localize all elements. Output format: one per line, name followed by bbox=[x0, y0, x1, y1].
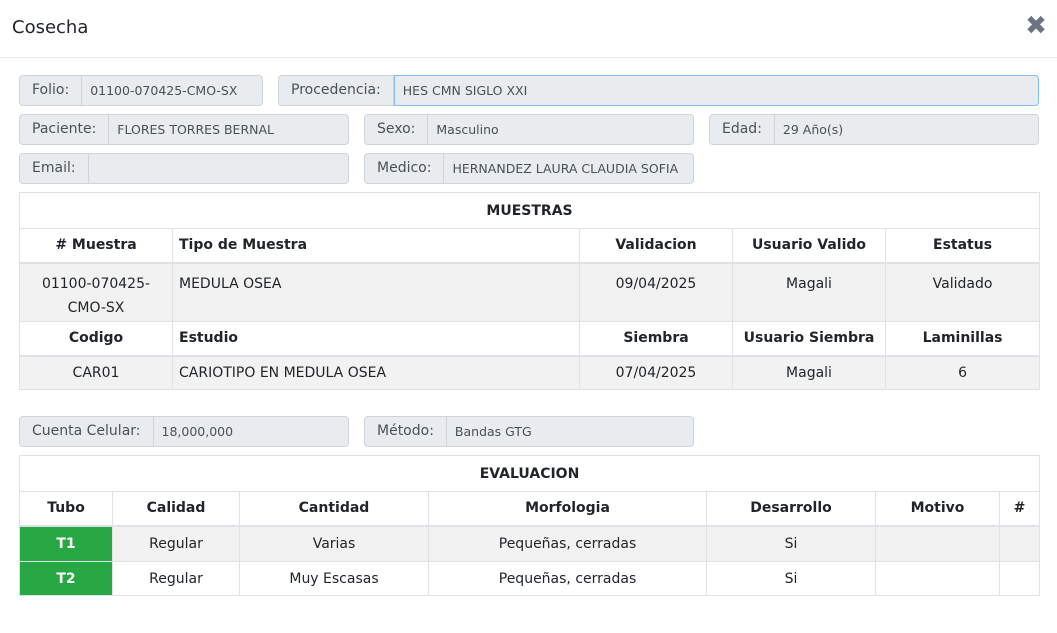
col-header-tipo: Tipo de Muestra bbox=[172, 228, 580, 264]
col-header-validacion: Validacion bbox=[579, 228, 733, 264]
num-cell bbox=[998, 561, 1041, 596]
table-row: 01100-070425- CMO-SX MEDULA OSEA 09/04/2… bbox=[19, 262, 1041, 322]
paciente-field[interactable]: FLORES TORRES BERNAL bbox=[109, 114, 349, 145]
calidad-cell: Regular bbox=[112, 525, 240, 562]
col-header-num: # bbox=[998, 491, 1041, 527]
tubo-cell[interactable]: T2 bbox=[19, 561, 113, 596]
procedencia-field[interactable]: HES CMN SIGLO XXI bbox=[393, 75, 1039, 106]
medico-label: Medico: bbox=[364, 153, 445, 184]
medico-field[interactable]: HERNANDEZ LAURA CLAUDIA SOFIA bbox=[444, 153, 694, 184]
edad-field[interactable]: 29 Año(s) bbox=[774, 114, 1039, 145]
modal-title: Cosecha bbox=[12, 17, 89, 38]
table-row[interactable]: T1 Regular Varias Pequeñas, cerradas Si bbox=[19, 525, 1041, 562]
sample-id-cell: 01100-070425- CMO-SX bbox=[19, 262, 173, 322]
col-header-estatus: Estatus bbox=[884, 228, 1041, 264]
metodo-field[interactable]: Bandas GTG bbox=[446, 416, 694, 447]
cantidad-cell: Muy Escasas bbox=[239, 561, 429, 596]
codigo-cell: CAR01 bbox=[19, 355, 173, 390]
email-group: Email: bbox=[19, 153, 349, 184]
col-header-calidad: Calidad bbox=[112, 491, 240, 527]
modal-header: Cosecha ✖ bbox=[0, 0, 1057, 58]
motivo-cell bbox=[875, 561, 1000, 596]
estatus-cell: Validado bbox=[884, 262, 1041, 322]
usuario-valido-cell: Magali bbox=[732, 262, 886, 322]
col-header-estudio: Estudio bbox=[172, 321, 580, 357]
procedencia-group: Procedencia: HES CMN SIGLO XXI bbox=[278, 75, 1039, 106]
tubo-cell[interactable]: T1 bbox=[19, 525, 113, 562]
col-header-tubo: Tubo bbox=[19, 491, 113, 527]
desarrollo-cell: Si bbox=[706, 525, 876, 562]
usuario-siembra-cell: Magali bbox=[732, 355, 886, 390]
morfologia-cell: Pequeñas, cerradas bbox=[428, 561, 707, 596]
motivo-cell bbox=[875, 525, 1000, 562]
calidad-cell: Regular bbox=[112, 561, 240, 596]
muestras-table: MUESTRAS # Muestra Tipo de Muestra Valid… bbox=[18, 192, 1041, 390]
sample-id-line2: CMO-SX bbox=[67, 299, 125, 316]
sexo-label: Sexo: bbox=[364, 114, 429, 145]
email-field[interactable] bbox=[88, 153, 349, 184]
col-header-cantidad: Cantidad bbox=[239, 491, 429, 527]
folio-field[interactable]: 01100-070425-CMO-SX bbox=[82, 75, 263, 106]
metodo-label: Método: bbox=[364, 416, 447, 447]
col-header-laminillas: Laminillas bbox=[884, 321, 1041, 357]
col-header-desarrollo: Desarrollo bbox=[706, 491, 876, 527]
cuenta-celular-field[interactable]: 18,000,000 bbox=[153, 416, 349, 447]
close-icon[interactable]: ✖ bbox=[1025, 13, 1047, 39]
paciente-label: Paciente: bbox=[19, 114, 110, 145]
col-header-codigo: Codigo bbox=[19, 321, 173, 357]
muestras-title: MUESTRAS bbox=[18, 192, 1041, 229]
sexo-field[interactable]: Masculino bbox=[428, 114, 694, 145]
folio-group: Folio: 01100-070425-CMO-SX bbox=[19, 75, 263, 106]
metodo-group: Método: Bandas GTG bbox=[364, 416, 694, 447]
num-cell bbox=[998, 525, 1041, 562]
evaluacion-title: EVALUACION bbox=[18, 455, 1041, 492]
col-header-usuario-valido: Usuario Valido bbox=[732, 228, 886, 264]
table-row: CAR01 CARIOTIPO EN MEDULA OSEA 07/04/202… bbox=[19, 355, 1041, 390]
col-header-muestra: # Muestra bbox=[19, 228, 173, 264]
morfologia-cell: Pequeñas, cerradas bbox=[428, 525, 707, 562]
paciente-group: Paciente: FLORES TORRES BERNAL bbox=[19, 114, 349, 145]
cuenta-celular-label: Cuenta Celular: bbox=[19, 416, 154, 447]
table-row[interactable]: T2 Regular Muy Escasas Pequeñas, cerrada… bbox=[19, 561, 1041, 596]
cantidad-cell: Varias bbox=[239, 525, 429, 562]
col-header-motivo: Motivo bbox=[875, 491, 1000, 527]
validacion-cell: 09/04/2025 bbox=[579, 262, 733, 322]
folio-label: Folio: bbox=[19, 75, 83, 106]
sample-id-line1: 01100-070425- bbox=[41, 275, 151, 292]
sample-type-cell: MEDULA OSEA bbox=[172, 262, 580, 322]
cuenta-celular-group: Cuenta Celular: 18,000,000 bbox=[19, 416, 349, 447]
siembra-cell: 07/04/2025 bbox=[579, 355, 733, 390]
col-header-siembra: Siembra bbox=[579, 321, 733, 357]
laminillas-cell: 6 bbox=[884, 355, 1041, 390]
desarrollo-cell: Si bbox=[706, 561, 876, 596]
edad-label: Edad: bbox=[709, 114, 775, 145]
col-header-usuario-siembra: Usuario Siembra bbox=[732, 321, 886, 357]
col-header-morfologia: Morfologia bbox=[428, 491, 707, 527]
email-label: Email: bbox=[19, 153, 89, 184]
edad-group: Edad: 29 Año(s) bbox=[709, 114, 1039, 145]
procedencia-label: Procedencia: bbox=[278, 75, 394, 106]
evaluacion-table: EVALUACION Tubo Calidad Cantidad Morfolo… bbox=[18, 455, 1041, 596]
sexo-group: Sexo: Masculino bbox=[364, 114, 694, 145]
estudio-cell: CARIOTIPO EN MEDULA OSEA bbox=[172, 355, 580, 390]
medico-group: Medico: HERNANDEZ LAURA CLAUDIA SOFIA bbox=[364, 153, 694, 184]
